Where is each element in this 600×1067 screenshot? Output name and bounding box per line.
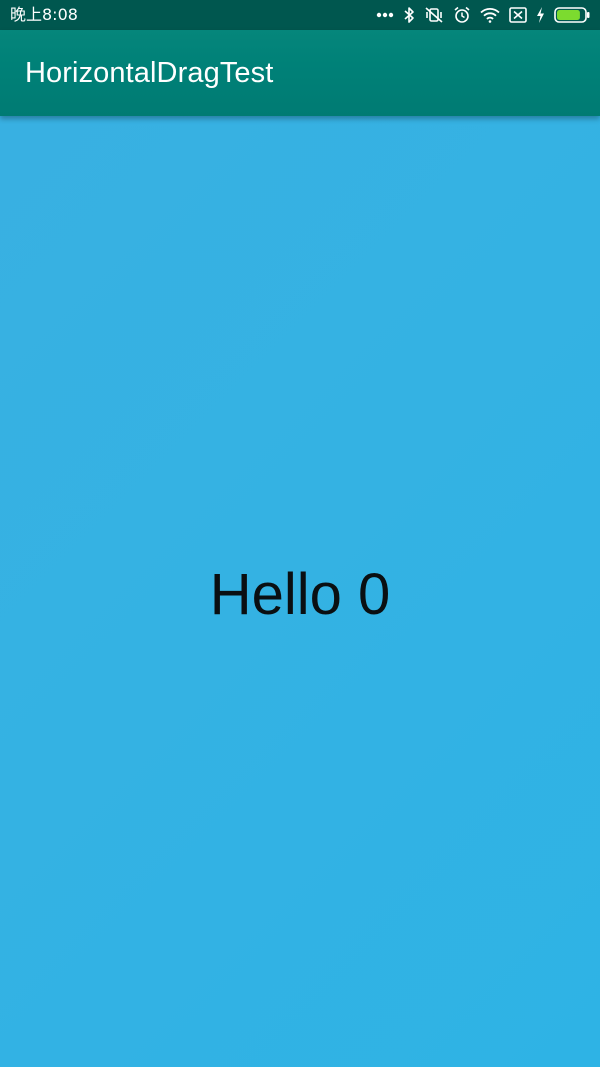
alarm-icon [453, 0, 471, 30]
charging-bolt-icon [536, 0, 545, 30]
status-icons [376, 0, 590, 30]
status-bar: 晚上8:08 [0, 0, 600, 30]
sim-blocked-icon [509, 0, 527, 30]
app-title: HorizontalDragTest [25, 56, 274, 89]
battery-icon [554, 0, 590, 30]
app-bar: HorizontalDragTest [0, 30, 600, 116]
status-time: 晚上8:08 [10, 5, 78, 24]
more-dots-icon [376, 0, 394, 30]
app-screen[interactable]: 晚上8:08 HorizontalDragTest Hello 0 [0, 0, 600, 1067]
vibrate-off-icon [424, 0, 444, 30]
wifi-icon [480, 0, 500, 30]
bluetooth-icon [403, 0, 415, 30]
hello-counter-text: Hello 0 [209, 562, 391, 627]
